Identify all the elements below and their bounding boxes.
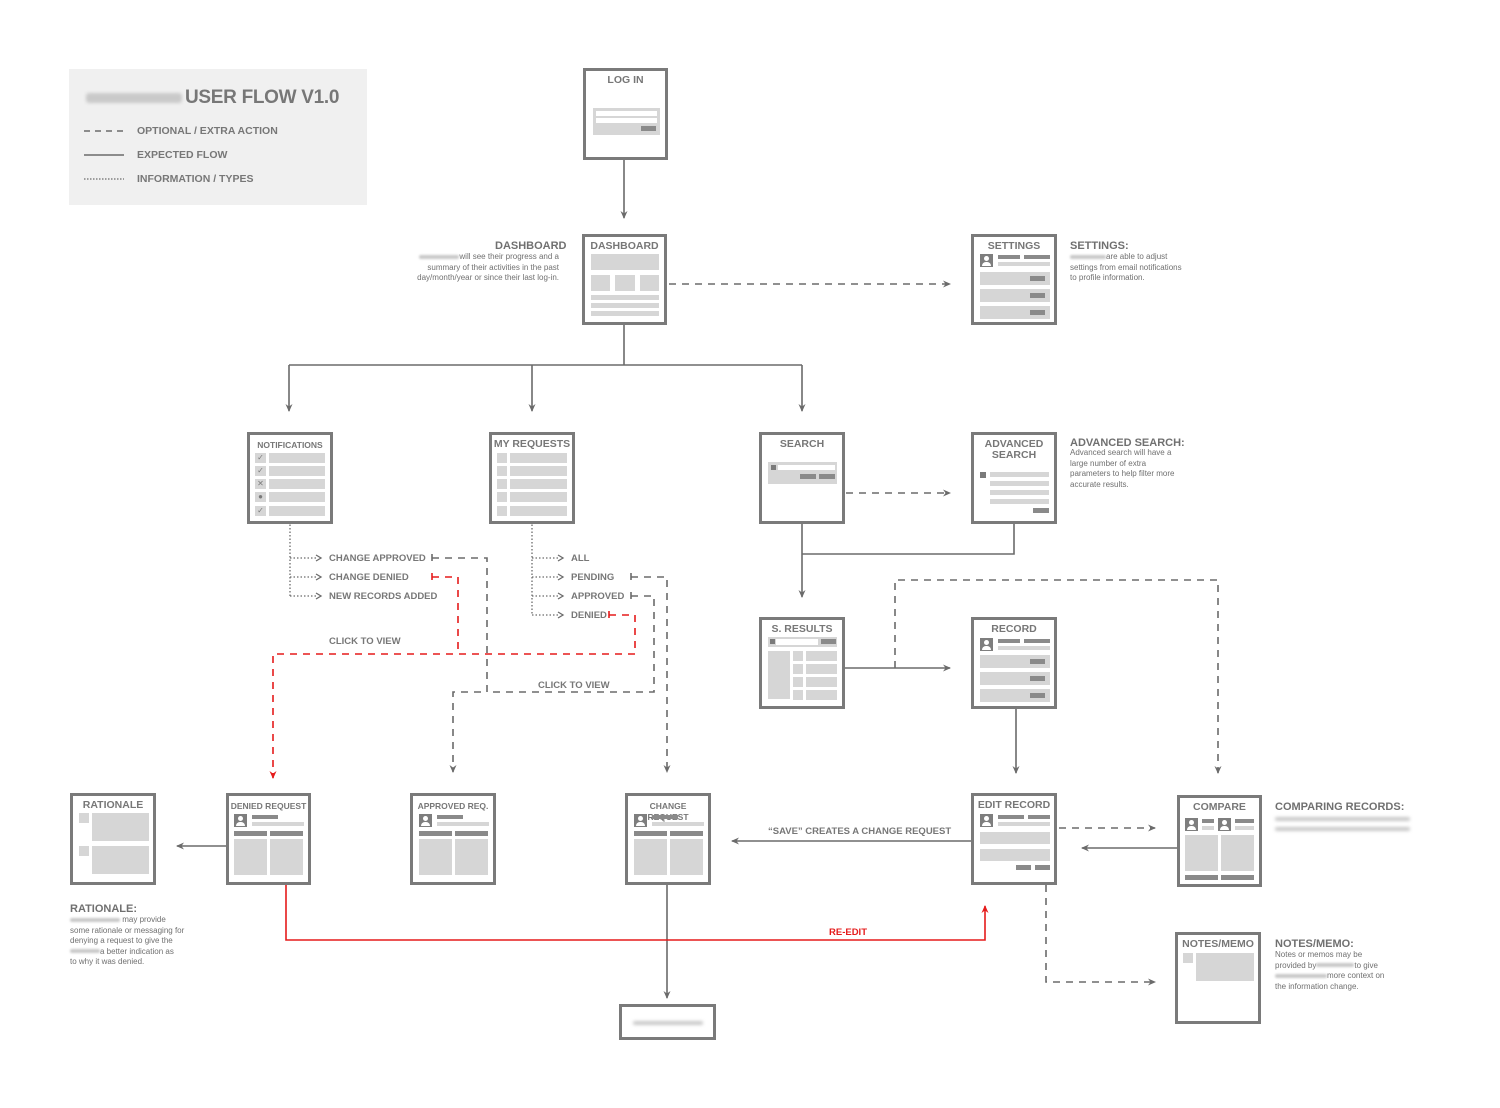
- note-dashboard-body: will see their progress and a summary of…: [417, 252, 559, 282]
- note-rationale-title: RATIONALE:: [70, 903, 138, 915]
- info-type-new-records: NEW RECORDS ADDED: [329, 591, 438, 602]
- filter-approved[interactable]: APPROVED: [571, 591, 624, 602]
- legend-item-optional: OPTIONAL / EXTRA ACTION: [137, 125, 278, 137]
- note-settings-body: are able to adjust settings from email n…: [1070, 252, 1182, 282]
- note-advanced-search-body: Advanced search will have a large number…: [1070, 448, 1175, 489]
- node-title: DASHBOARD: [590, 240, 659, 252]
- note-notes-memo-body: Notes or memos may be provided by to give…: [1275, 950, 1385, 991]
- search-icon: [980, 472, 986, 478]
- info-requests-branch: [531, 514, 560, 616]
- flow-change-denied-to-denied-request: [431, 573, 459, 654]
- node-title: EDIT RECORD: [977, 799, 1051, 811]
- flow-approved-filter-to-approved-req: [487, 592, 655, 693]
- flow-pending-to-change-request: [630, 573, 667, 772]
- node-edit-record[interactable]: EDIT RECORD: [971, 793, 1057, 885]
- info-type-change-approved: CHANGE APPROVED: [329, 553, 426, 564]
- node-title: RATIONALE: [82, 799, 144, 811]
- user-icon: [234, 814, 247, 827]
- user-icon: [980, 254, 993, 267]
- filter-pending[interactable]: PENDING: [571, 572, 614, 583]
- node-change-request[interactable]: CHANGE REQUEST: [625, 793, 711, 885]
- node-title: LOG IN: [607, 74, 644, 86]
- check-icon: ✓: [255, 506, 266, 516]
- note-dashboard-title: DASHBOARD: [495, 240, 567, 252]
- label-click-to-view-1: CLICK TO VIEW: [329, 636, 401, 647]
- flow-dashboard-branch: [289, 315, 802, 366]
- flow-edit-to-notes: [1045, 872, 1156, 986]
- info-type-change-denied: CHANGE DENIED: [329, 572, 409, 583]
- filter-all[interactable]: ALL: [571, 553, 589, 564]
- node-record[interactable]: RECORD: [971, 617, 1057, 709]
- note-comparing-title: COMPARING RECORDS:: [1275, 801, 1405, 813]
- node-rationale[interactable]: RATIONALE: [70, 793, 156, 885]
- redacted-text: [1275, 817, 1410, 821]
- x-icon: ✕: [255, 479, 266, 489]
- node-title: MY REQUESTS: [493, 438, 571, 450]
- user-icon: [980, 638, 993, 651]
- legend-item-info: INFORMATION / TYPES: [137, 173, 254, 185]
- node-title: SEARCH: [779, 438, 825, 450]
- node-approved-req[interactable]: APPROVED REQ.: [410, 793, 496, 885]
- node-title: NOTIFICATIONS: [257, 440, 323, 450]
- legend-item-expected: EXPECTED FLOW: [137, 149, 228, 161]
- node-search[interactable]: SEARCH: [759, 432, 845, 524]
- node-login[interactable]: LOG IN: [583, 68, 668, 160]
- node-notifications[interactable]: NOTIFICATIONS ✓ ✓ ✕ ● ✓: [247, 432, 333, 524]
- check-icon: ✓: [255, 466, 266, 476]
- node-title: ADVANCED SEARCH: [984, 438, 1044, 461]
- node-denied-request[interactable]: DENIED REQUEST: [226, 793, 311, 885]
- flow-change-approved-to-approved-req: [431, 554, 488, 772]
- label-re-edit: RE-EDIT: [829, 927, 867, 938]
- node-title: APPROVED REQ.: [417, 801, 489, 811]
- note-settings-title: SETTINGS:: [1070, 240, 1129, 252]
- label-save-creates-change-request: “SAVE” CREATES A CHANGE REQUEST: [768, 826, 952, 837]
- node-title: RECORD: [991, 623, 1037, 635]
- node-final-destination[interactable]: [619, 1004, 716, 1040]
- node-notes-memo[interactable]: NOTES/MEMO: [1175, 932, 1261, 1024]
- check-icon: ✓: [255, 453, 266, 463]
- filter-denied[interactable]: DENIED: [571, 610, 607, 621]
- search-icon: [771, 465, 776, 470]
- flow-denied-filter-to-denied-request: [273, 611, 636, 778]
- legend-line-samples: [84, 130, 124, 180]
- node-dashboard[interactable]: DASHBOARD: [582, 234, 667, 325]
- node-title: NOTES/MEMO: [1182, 938, 1254, 950]
- legend-title: USER FLOW V1.0: [185, 87, 340, 108]
- node-title: S. RESULTS: [771, 623, 833, 635]
- node-advanced-search[interactable]: ADVANCED SEARCH: [971, 432, 1057, 524]
- note-notes-memo-title: NOTES/MEMO:: [1275, 938, 1354, 950]
- user-icon: [419, 814, 432, 827]
- user-icon: [980, 814, 993, 827]
- user-icon: [634, 814, 647, 827]
- node-title: COMPARE: [1193, 801, 1246, 813]
- note-rationale-body: may provide some rationale or messaging …: [70, 915, 185, 966]
- node-compare[interactable]: COMPARE: [1177, 795, 1262, 887]
- node-my-requests[interactable]: MY REQUESTS: [489, 432, 575, 524]
- node-title: SETTINGS: [987, 240, 1041, 252]
- redacted-text: [86, 93, 182, 103]
- label-click-to-view-2: CLICK TO VIEW: [538, 680, 610, 691]
- user-icon: [1218, 818, 1231, 831]
- legend: USER FLOW V1.0 OPTIONAL / EXTRA ACTION E…: [69, 69, 367, 205]
- info-notifications-branch: [289, 514, 318, 597]
- node-title: DENIED REQUEST: [230, 801, 307, 811]
- user-icon: ●: [255, 492, 266, 502]
- redacted-text: [1275, 827, 1410, 831]
- redacted-text: [633, 1021, 703, 1025]
- node-search-results[interactable]: S. RESULTS: [759, 617, 845, 709]
- user-icon: [1185, 818, 1198, 831]
- search-icon: [770, 639, 775, 644]
- node-settings[interactable]: SETTINGS: [971, 234, 1057, 325]
